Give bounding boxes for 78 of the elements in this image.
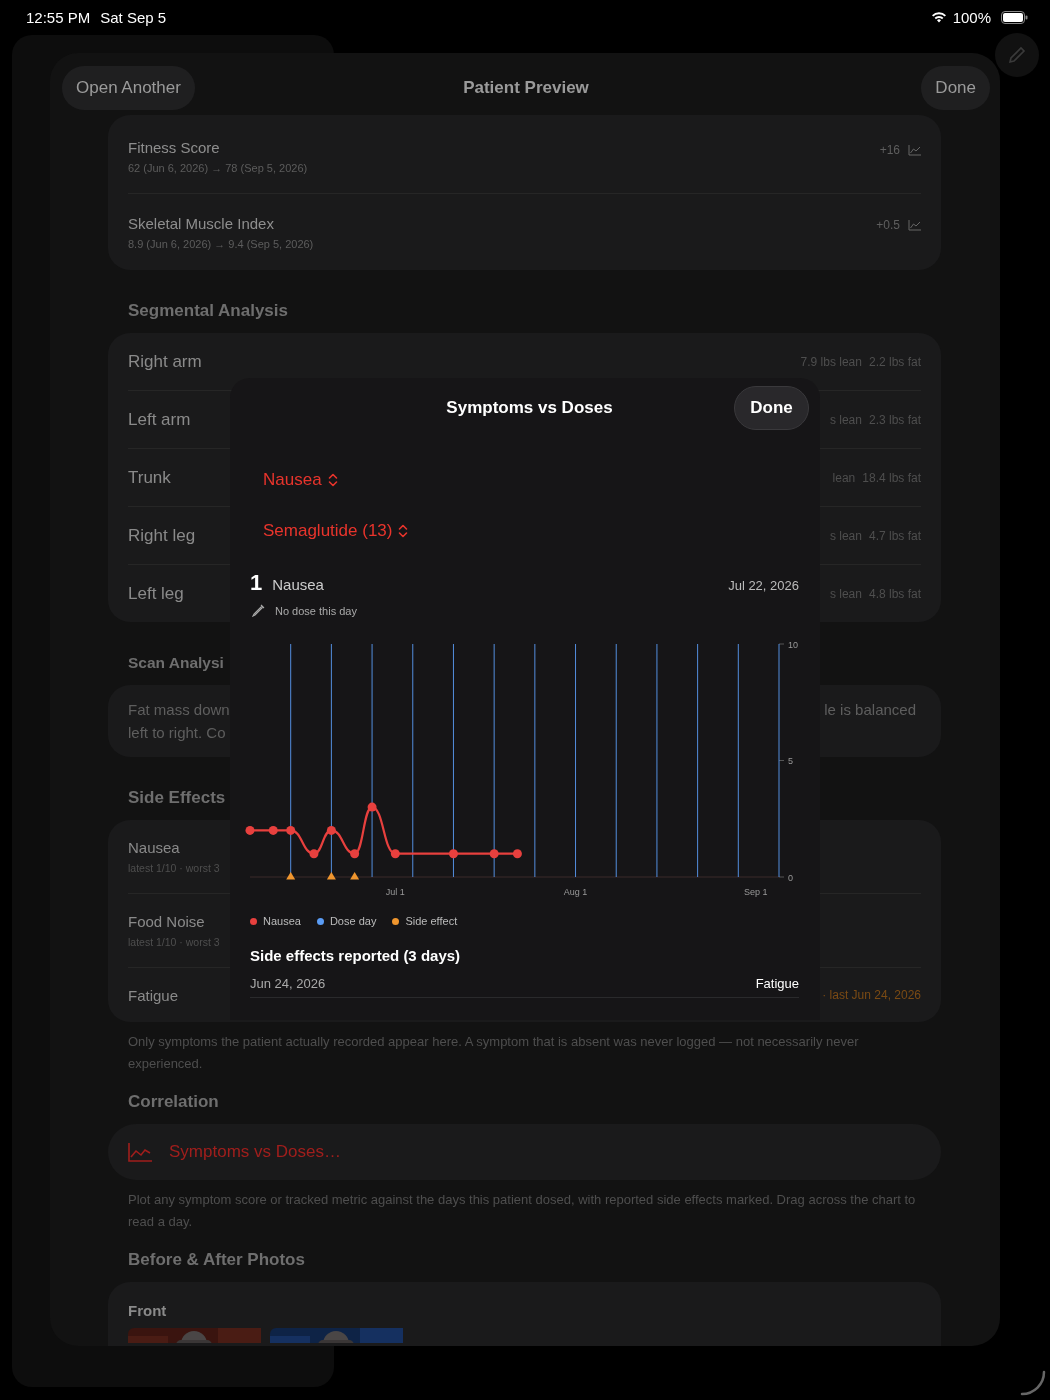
dose-note: No dose this day bbox=[275, 604, 357, 617]
wifi-icon bbox=[930, 11, 947, 23]
section-title: Correlation bbox=[127, 1091, 219, 1113]
segment-label: Right leg bbox=[128, 525, 196, 546]
dialog-title: Symptoms vs Doses bbox=[446, 398, 613, 418]
legend-label: Dose day bbox=[329, 915, 377, 927]
picker-button[interactable]: Nausea bbox=[263, 454, 338, 505]
data-point bbox=[489, 849, 499, 859]
section-title: Side effects reported (3 days) bbox=[250, 947, 462, 964]
legend-label: Side effect bbox=[405, 915, 458, 927]
done-button[interactable]: Done bbox=[921, 66, 990, 110]
side-effect-marker bbox=[326, 872, 336, 880]
photo-group-label: Front bbox=[128, 1302, 168, 1319]
chart-icon bbox=[908, 219, 921, 231]
metric-change: +0.5 bbox=[876, 218, 900, 232]
metric-change: +16 bbox=[879, 143, 900, 157]
scan-text: le is balanced bbox=[824, 701, 916, 718]
footnote: Only symptoms the patient actually recorded appear here. A symptom that is absent was never logged — not necessarily never experienced. bbox=[127, 1033, 860, 1073]
data-point bbox=[512, 849, 522, 859]
symptom-name: Fatigue bbox=[128, 986, 179, 1004]
axis-label: 5 bbox=[788, 756, 793, 766]
axis-label: Jul 1 bbox=[385, 887, 405, 897]
chevron-up-down-icon bbox=[327, 471, 338, 488]
section-title: Before & After Photos bbox=[127, 1249, 305, 1271]
sheet-title: Patient Preview bbox=[463, 78, 589, 98]
segment-label: Left leg bbox=[128, 583, 184, 604]
scan-text: Fat mass down bbox=[128, 701, 230, 718]
open-another-button[interactable]: Open Another bbox=[62, 66, 195, 110]
section-title: Segmental Analysis bbox=[127, 300, 288, 322]
status-time: 12:55 PM bbox=[26, 8, 91, 26]
axis-label: Aug 1 bbox=[563, 887, 588, 897]
legend-label: Nausea bbox=[263, 915, 301, 927]
data-point bbox=[448, 849, 458, 859]
battery-percent: 100% bbox=[952, 8, 991, 26]
metric-name: Skeletal Muscle Index bbox=[128, 214, 275, 232]
section-title: Scan Analysi bbox=[127, 653, 224, 673]
pencil-icon bbox=[252, 604, 265, 617]
readout-name: Nausea bbox=[272, 576, 324, 593]
data-point bbox=[286, 825, 296, 835]
readout-value: 1 bbox=[250, 570, 263, 596]
data-point bbox=[268, 825, 278, 835]
section-title: Side Effects bbox=[127, 787, 226, 809]
segment-label: Trunk bbox=[128, 467, 171, 488]
chart-icon bbox=[908, 144, 921, 156]
picker-button[interactable]: Semaglutide (13) bbox=[263, 505, 409, 556]
chart-icon bbox=[128, 1142, 152, 1162]
data-point bbox=[309, 849, 319, 859]
symptom-name: Food Noise bbox=[128, 913, 206, 930]
tick-mark bbox=[778, 760, 785, 761]
side-effect-marker bbox=[350, 872, 360, 880]
data-point bbox=[326, 825, 336, 835]
data-point bbox=[245, 825, 255, 835]
metric-detail: 8.9 (Jun 6, 2026) → 9.4 (Sep 5, 2026) bbox=[128, 237, 314, 250]
pencil-icon bbox=[1008, 46, 1026, 64]
metric-detail: 62 (Jun 6, 2026) → 78 (Sep 5, 2026) bbox=[128, 161, 308, 174]
symptom-last-date: · last Jun 24, 2026 bbox=[822, 988, 921, 1002]
axis-label: 10 bbox=[788, 639, 798, 650]
chevron-up-down-icon bbox=[398, 522, 409, 539]
battery-icon bbox=[1001, 10, 1028, 24]
done-button[interactable]: Done bbox=[734, 386, 809, 430]
side-effect-name: Fatigue bbox=[755, 976, 799, 991]
side-effect-date: Jun 24, 2026 bbox=[250, 976, 326, 991]
metric-name: Fitness Score bbox=[128, 138, 221, 156]
segment-label: Right arm bbox=[128, 351, 202, 372]
side-effect-marker bbox=[286, 872, 296, 880]
edit-button[interactable] bbox=[995, 33, 1039, 77]
data-point bbox=[367, 802, 377, 812]
symptom-name: Nausea bbox=[128, 839, 181, 856]
data-point bbox=[350, 849, 360, 859]
scan-text: left to right. Co bbox=[128, 724, 226, 741]
segment-label: Left arm bbox=[128, 409, 191, 430]
readout-date: Jul 22, 2026 bbox=[728, 578, 799, 593]
status-date: Sat Sep 5 bbox=[100, 8, 167, 26]
data-point bbox=[390, 849, 400, 859]
corner-handle-icon bbox=[1020, 1370, 1046, 1396]
axis-label: 0 bbox=[788, 872, 793, 883]
footnote: Plot any symptom score or tracked metric against the days this patient dosed, with reported side effects marked. Drag across the chart to read a day. bbox=[127, 1191, 917, 1231]
axis-label: Sep 1 bbox=[744, 887, 768, 897]
